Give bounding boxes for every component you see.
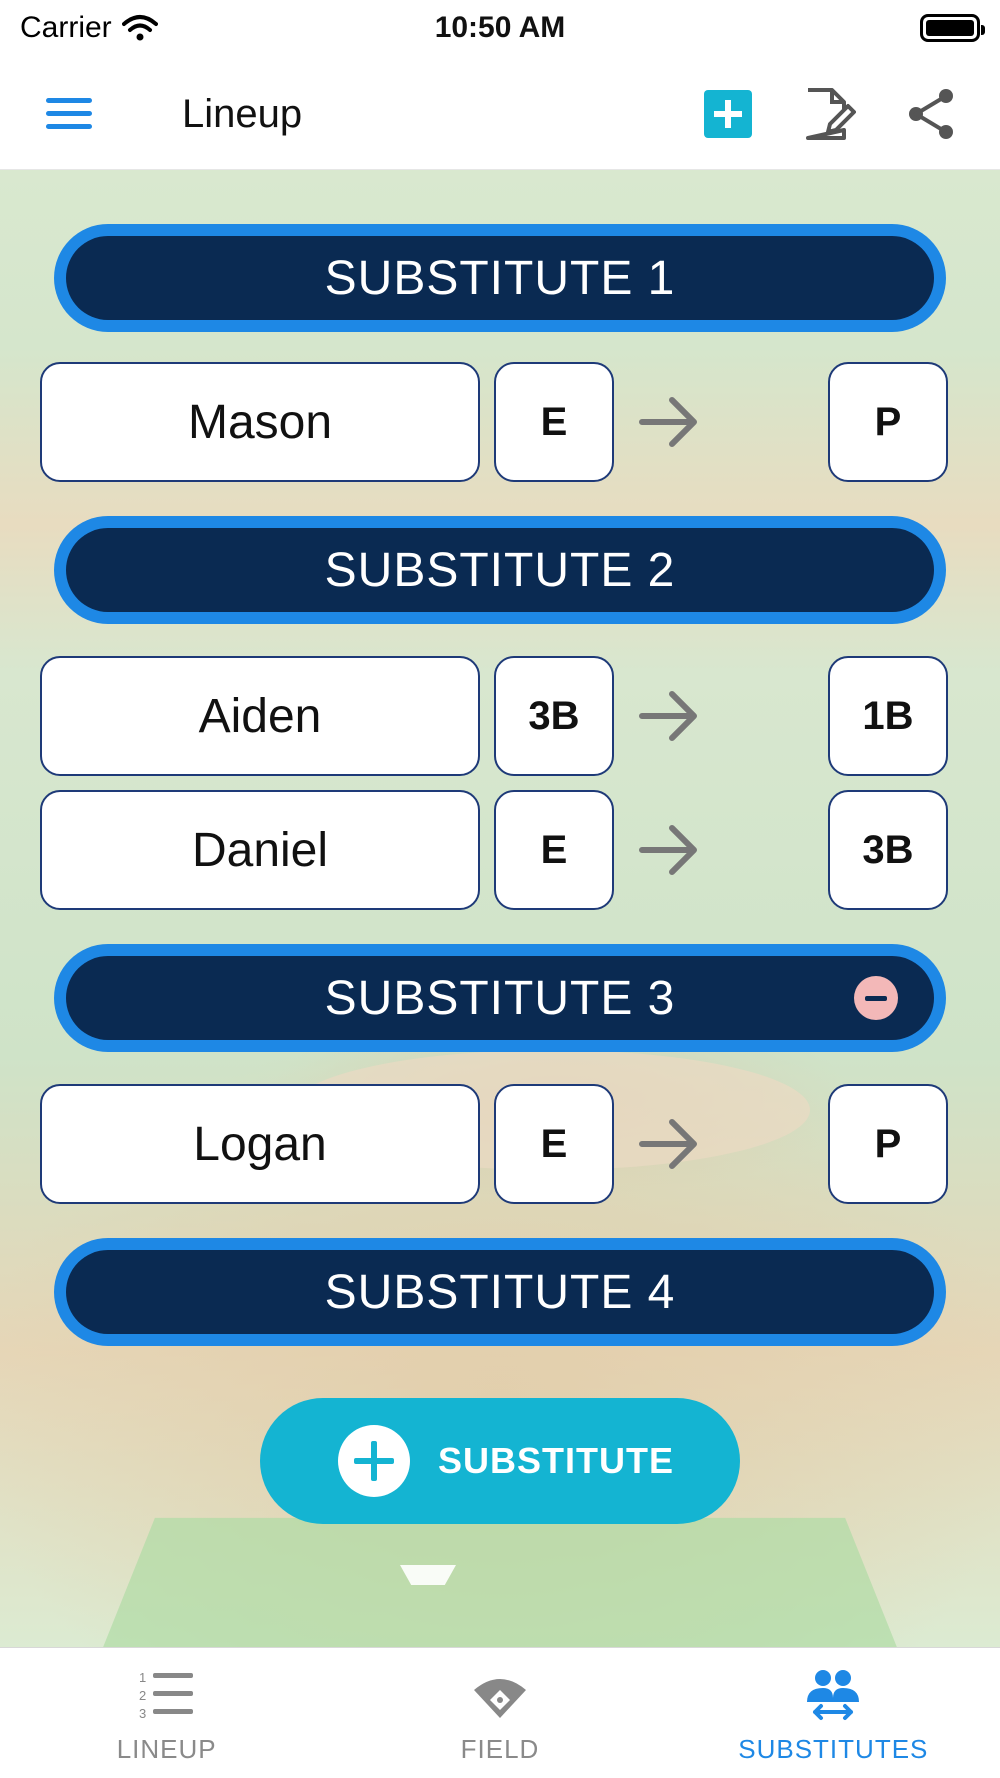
to-position[interactable]: 3B [828,790,948,910]
carrier-label: Carrier [20,11,112,44]
arrow-right-icon [639,397,697,447]
from-position[interactable]: E [494,1084,614,1204]
player-name[interactable]: Mason [40,362,480,482]
baseball-field-icon [473,1679,526,1718]
tab-field[interactable]: FIELD [333,1648,666,1778]
add-substitute-button[interactable]: SUBSTITUTE [260,1398,740,1524]
substitute-row: Mason E P [40,362,948,482]
remove-substitute-icon[interactable] [854,976,898,1020]
arrow-right-icon [639,1119,697,1169]
substitute-header-2[interactable]: SUBSTITUTE 2 [54,516,946,624]
tab-label: LINEUP [116,1734,217,1764]
to-position[interactable]: P [828,1084,948,1204]
substitute-header-1[interactable]: SUBSTITUTE 1 [54,224,946,332]
numbered-list-icon: 1 2 3 [139,1670,193,1721]
substitute-row: Aiden 3B 1B [40,656,948,776]
menu-icon[interactable] [40,94,94,134]
to-position[interactable]: P [828,362,948,482]
player-name[interactable]: Logan [40,1084,480,1204]
from-position[interactable]: E [494,362,614,482]
tab-lineup[interactable]: 1 2 3 LINEUP [0,1648,333,1778]
tab-substitutes[interactable]: SUBSTITUTES [667,1648,1000,1778]
player-name[interactable]: Aiden [40,656,480,776]
substitute-header-label: SUBSTITUTE 3 [324,971,676,1025]
substitute-row: Logan E P [40,1084,948,1204]
svg-text:3: 3 [139,1706,146,1721]
tab-label: SUBSTITUTES [738,1734,929,1764]
to-position[interactable]: 1B [828,656,948,776]
substitute-header-label: SUBSTITUTE 2 [324,543,676,597]
share-icon[interactable] [904,86,960,142]
from-position[interactable]: 3B [494,656,614,776]
from-position[interactable]: E [494,790,614,910]
nav-actions [700,86,960,142]
substitutes-content: SUBSTITUTE 1 Mason E P SUBSTITUTE 2 Aide… [0,170,1000,1647]
substitute-header-label: SUBSTITUTE 4 [324,1265,676,1319]
edit-document-icon[interactable] [802,86,858,142]
tab-label: FIELD [460,1734,540,1764]
svg-text:1: 1 [139,1670,146,1685]
substitute-row: Daniel E 3B [40,790,948,910]
arrow-right-icon [639,825,697,875]
battery-icon [920,14,985,42]
substitute-header-3[interactable]: SUBSTITUTE 3 [54,944,946,1052]
field-grass-decoration [101,1517,899,1647]
swap-people-icon [807,1670,860,1720]
substitute-header-4[interactable]: SUBSTITUTE 4 [54,1238,946,1346]
arrow-right-icon [639,691,697,741]
wifi-icon [121,15,158,41]
status-left: Carrier [20,11,158,45]
status-bar: Carrier 10:50 AM [0,0,1000,56]
svg-text:2: 2 [139,1688,146,1703]
add-substitute-label: SUBSTITUTE [438,1440,675,1481]
nav-bar: Lineup [0,56,1000,170]
player-name[interactable]: Daniel [40,790,480,910]
plus-circle-icon [338,1425,410,1497]
tab-bar: 1 2 3 LINEUP FIELD SUBSTITUTES [0,1647,1000,1778]
substitute-header-label: SUBSTITUTE 1 [324,251,676,305]
add-square-icon[interactable] [700,86,756,142]
page-title: Lineup [182,92,303,136]
